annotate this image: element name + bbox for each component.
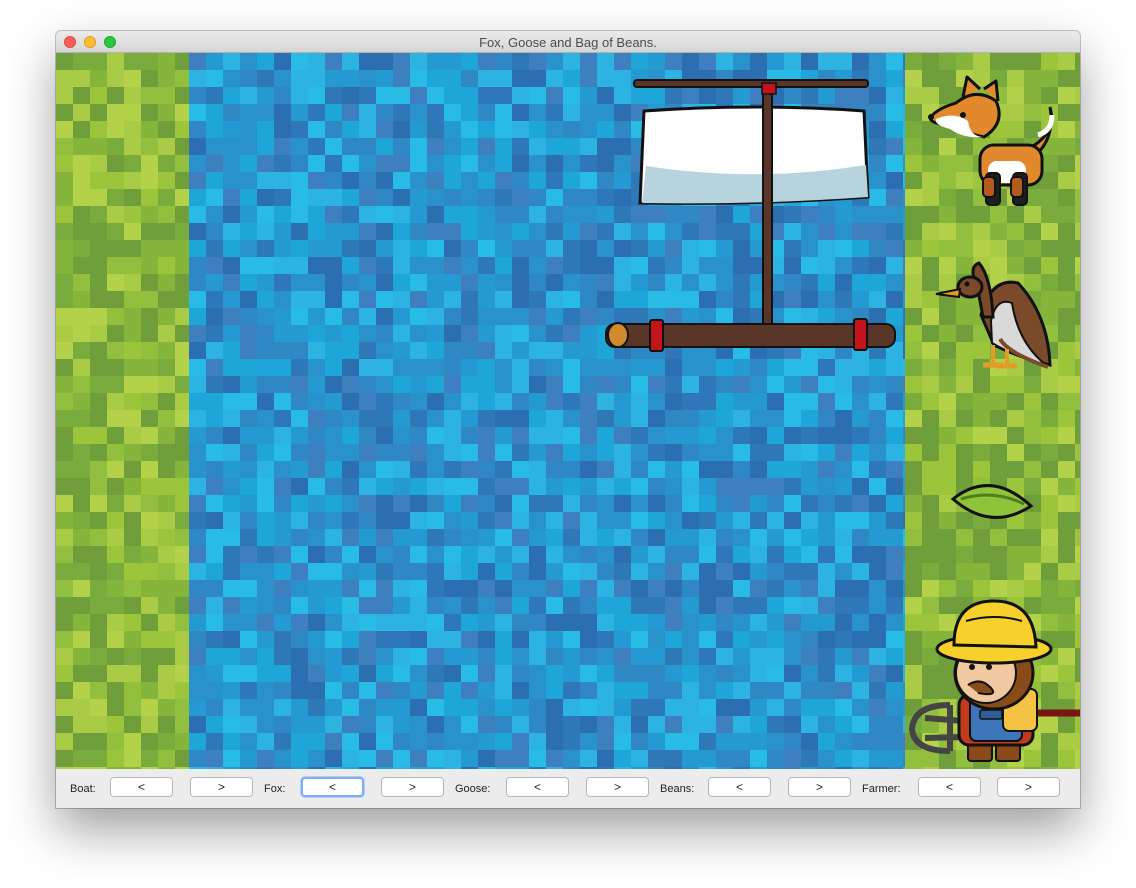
- game-scene: [56, 53, 1080, 769]
- log-end: [607, 322, 629, 348]
- goose-right-button[interactable]: >: [586, 777, 649, 797]
- left-bank: [56, 53, 189, 769]
- fox-left-button[interactable]: <: [301, 777, 364, 797]
- window-title: Fox, Goose and Bag of Beans.: [479, 35, 657, 50]
- fox-right-button[interactable]: >: [381, 777, 444, 797]
- boat-right-button[interactable]: >: [190, 777, 253, 797]
- controls-bar: Boat: < > Fox: < > Goose: < > Beans: < >…: [56, 769, 1080, 808]
- farmer-right-button[interactable]: >: [997, 777, 1060, 797]
- farmer-label: Farmer:: [862, 783, 901, 795]
- title-bar: Fox, Goose and Bag of Beans.: [56, 31, 1080, 53]
- app-window: Fox, Goose and Bag of Beans. Boat: < > F…: [56, 31, 1080, 808]
- beans-label: Beans:: [660, 783, 695, 795]
- rope-band-right: [853, 318, 868, 351]
- rope-band-left: [649, 319, 664, 352]
- yard: [633, 79, 869, 88]
- beans-left-button[interactable]: <: [708, 777, 771, 797]
- farmer-left-button[interactable]: <: [918, 777, 981, 797]
- mast: [762, 82, 773, 330]
- boat-left-button[interactable]: <: [110, 777, 173, 797]
- beans-right-button[interactable]: >: [788, 777, 851, 797]
- goose-label: Goose:: [455, 783, 491, 795]
- boat-label: Boat:: [70, 783, 96, 795]
- goose-left-button[interactable]: <: [506, 777, 569, 797]
- fox-label: Fox:: [264, 783, 286, 795]
- terrain-tiles: [56, 53, 1080, 769]
- sail-knot: [761, 82, 777, 95]
